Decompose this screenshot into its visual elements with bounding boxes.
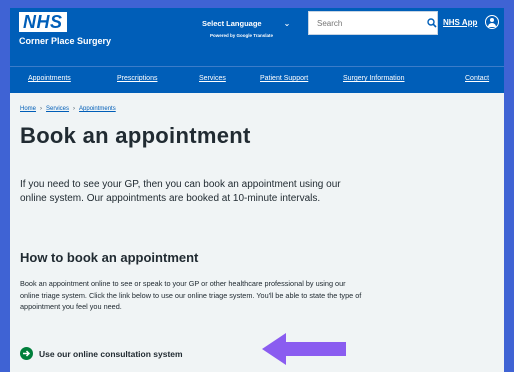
nav-item-prescriptions[interactable]: Prescriptions xyxy=(117,75,157,82)
section-heading: How to book an appointment xyxy=(20,250,199,265)
online-consultation-label: Use our online consultation system xyxy=(39,348,183,359)
user-icon[interactable] xyxy=(485,15,499,29)
breadcrumb-home[interactable]: Home xyxy=(20,106,36,112)
nav-item-surgery-information[interactable]: Surgery Information xyxy=(343,75,404,82)
search-button[interactable] xyxy=(427,12,437,34)
chevron-down-icon: ⌄ xyxy=(283,19,291,28)
search-input[interactable] xyxy=(309,12,427,34)
breadcrumb-services[interactable]: Services xyxy=(46,106,69,112)
nav-item-services[interactable]: Services xyxy=(199,75,226,82)
lead-paragraph: If you need to see your GP, then you can… xyxy=(20,179,341,204)
nav-item-appointments[interactable]: Appointments xyxy=(28,75,71,82)
breadcrumb: Home › Services › Appointments xyxy=(20,106,116,112)
arrow-right-circle-icon xyxy=(20,347,33,360)
breadcrumb-separator: › xyxy=(73,106,76,112)
breadcrumb-appointments[interactable]: Appointments xyxy=(79,106,116,112)
main-content: Home › Services › Appointments Book an appoi… xyxy=(10,93,504,372)
page-title: Book an appointment xyxy=(20,123,251,148)
nav-item-patient-support[interactable]: Patient Support xyxy=(260,75,308,82)
nav-item-contact[interactable]: Contact xyxy=(465,75,489,82)
site-header: NHS Corner Place Surgery Select Language… xyxy=(10,8,504,66)
main-nav: Appointments Prescriptions Services Pati… xyxy=(10,66,504,93)
breadcrumb-separator: › xyxy=(40,106,43,112)
practice-name[interactable]: Corner Place Surgery xyxy=(19,36,111,46)
language-label: Select Language xyxy=(202,19,262,28)
pointer-arrow-icon xyxy=(262,333,346,365)
powered-by-translate: Powered by Google Translate xyxy=(210,33,274,38)
body-paragraph: Book an appointment online to see or spe… xyxy=(20,279,362,312)
online-consultation-link[interactable]: Use our online consultation system xyxy=(20,347,183,360)
nhs-app-link[interactable]: NHS App xyxy=(443,18,477,27)
nhs-logo[interactable]: NHS xyxy=(19,12,67,32)
search-box xyxy=(308,11,438,35)
language-selector[interactable]: Select Language ⌄ xyxy=(202,19,290,28)
search-icon xyxy=(427,18,437,28)
